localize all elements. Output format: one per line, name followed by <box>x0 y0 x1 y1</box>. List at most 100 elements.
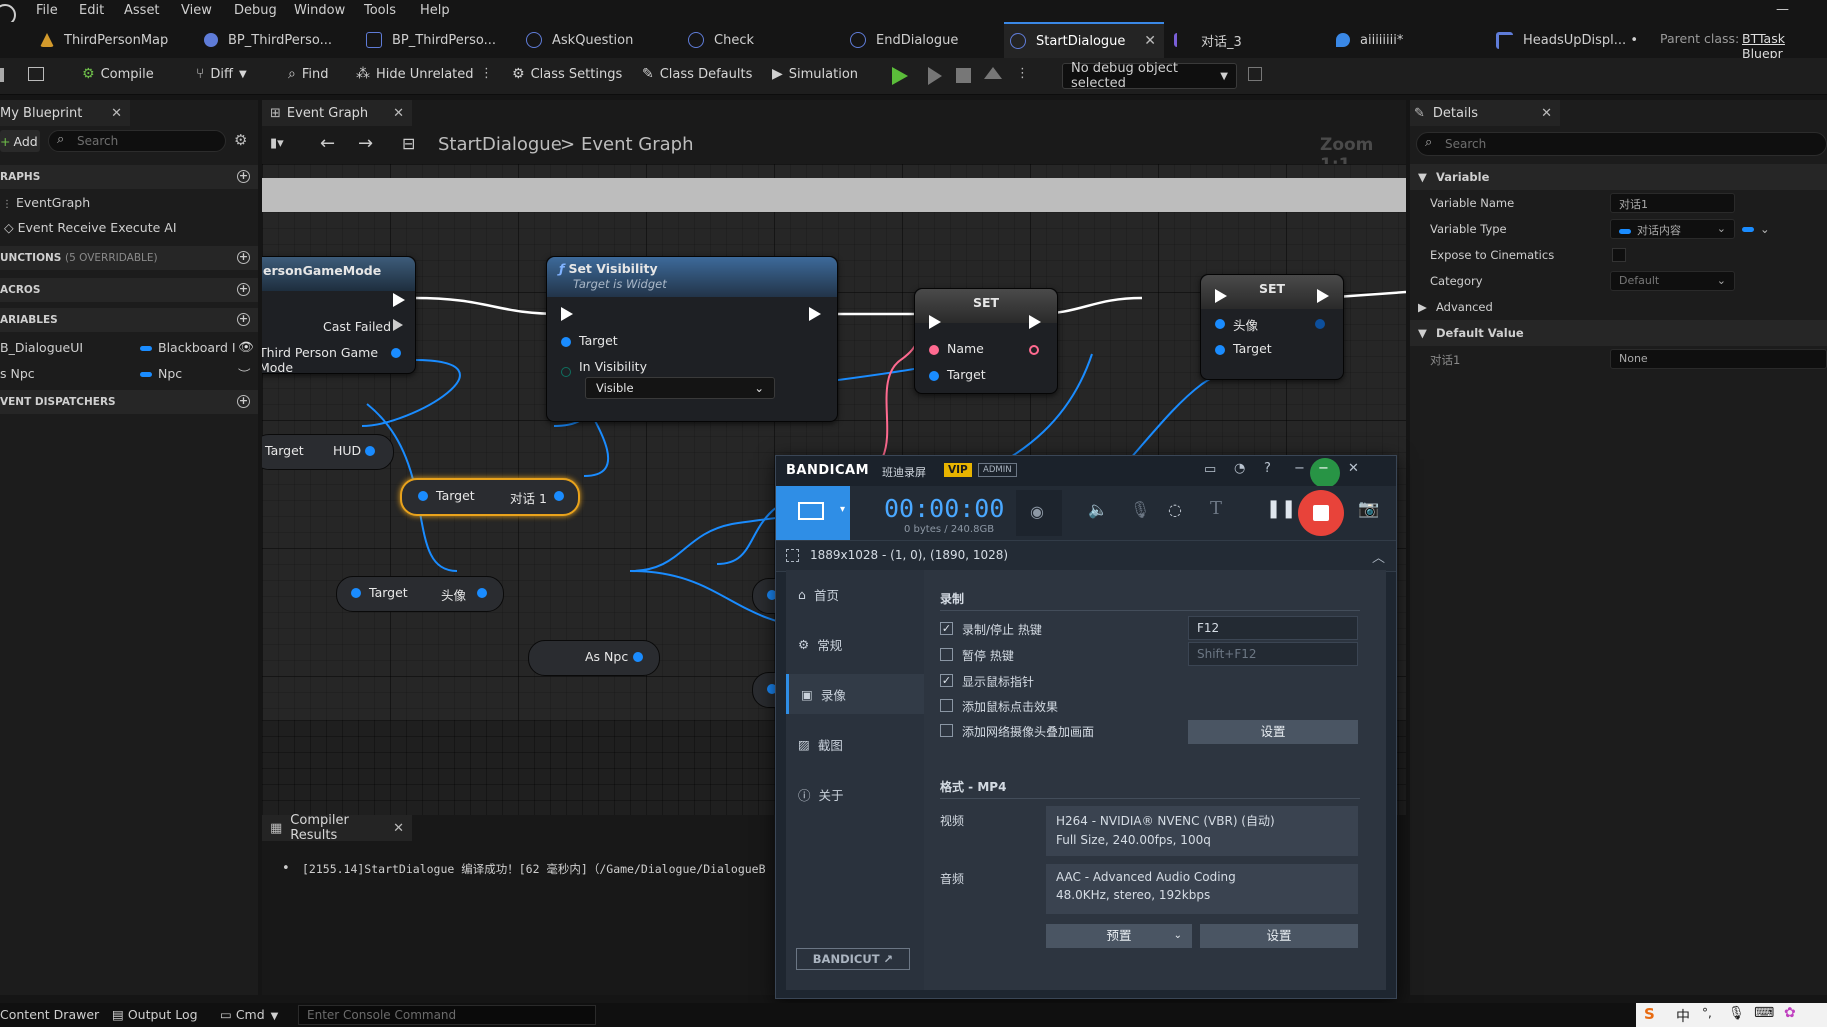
minimize-to-tray-icon[interactable]: − <box>1318 461 1329 476</box>
parent-class-link[interactable]: BTTask Bluepr <box>1742 31 1827 61</box>
add-variable-icon[interactable]: + <box>237 313 250 326</box>
menu-edit[interactable]: Edit <box>79 3 104 18</box>
text-overlay-icon[interactable]: T <box>1210 498 1222 519</box>
set-avatar-node[interactable]: SET 头像 Target <box>1200 274 1344 380</box>
menu-help[interactable]: Help <box>420 3 450 18</box>
tab-ai[interactable]: aiiiiiiii* <box>1330 22 1496 58</box>
menu-view[interactable]: View <box>181 3 212 18</box>
functions-section-header[interactable]: UNCTIONS (5 OVERRIDABLE) + <box>0 246 258 270</box>
hud-out-pin[interactable] <box>365 446 375 456</box>
exec-in-pin[interactable] <box>561 307 573 321</box>
hierarchy-icon[interactable]: ⊟ <box>402 134 415 153</box>
bandicut-button[interactable]: BANDICUT ↗ <box>796 948 910 970</box>
variable-name-input[interactable]: 对话1 <box>1610 193 1735 213</box>
exec-in-pin[interactable] <box>929 315 941 329</box>
get-dialogue-1-node[interactable]: Target 对话 1 <box>400 478 580 516</box>
hook-mode-icon[interactable]: ◌ <box>1168 500 1182 519</box>
tab-my-blueprint[interactable]: My Blueprint ✕ <box>0 100 130 126</box>
audio-format-box[interactable]: AAC - Advanced Audio Coding 48.0KHz, ster… <box>1046 864 1358 914</box>
bookmark-icon[interactable]: ▮▾ <box>270 136 284 151</box>
target-pin[interactable] <box>1215 345 1225 355</box>
ime-mode[interactable]: 中 <box>1676 1006 1690 1026</box>
minimize-icon[interactable]: − <box>1294 461 1305 476</box>
category-select[interactable]: Default ⌄ <box>1610 271 1735 291</box>
record-hotkey-field[interactable]: F12 <box>1188 616 1358 640</box>
recording-area-bar[interactable]: 1889x1028 - (1, 0), (1890, 1028) ︿ <box>776 540 1396 572</box>
forward-arrow-icon[interactable]: → <box>358 133 373 154</box>
macros-section-header[interactable]: ACROS + <box>0 278 258 302</box>
variable-type-select[interactable]: 对话内容 ⌄ <box>1610 219 1735 239</box>
folder-icon[interactable]: ▭ <box>1204 462 1216 477</box>
menu-file[interactable]: File <box>36 3 58 18</box>
microphone-icon[interactable]: 🎙 <box>1728 1006 1745 1021</box>
nav-video[interactable]: ▣ 录像 <box>786 674 924 714</box>
tab-thirdpersonmap[interactable]: ThirdPersonMap <box>34 22 200 58</box>
keyboard-icon[interactable]: ⌨ <box>1754 1005 1774 1021</box>
skin-icon[interactable]: ✿ <box>1784 1005 1796 1021</box>
more-options-icon[interactable]: ⋮ <box>480 66 493 81</box>
container-type-select[interactable]: ⌄ <box>1742 222 1770 236</box>
variable-row-dialogueui[interactable]: B_DialogueUI Blackboard I 👁 <box>0 339 258 355</box>
hotkey-checkbox[interactable]: ✓ <box>940 622 953 635</box>
add-graph-icon[interactable]: + <box>237 170 250 183</box>
compile-button[interactable]: ⚙ Compile <box>82 66 154 82</box>
webcam-overlay-checkbox[interactable] <box>940 724 953 737</box>
close-tab-icon[interactable]: ✕ <box>1541 106 1552 121</box>
output-log-button[interactable]: ▤ Output Log <box>112 1007 198 1022</box>
find-button[interactable]: ⌕ Find <box>288 66 328 82</box>
as-npc-out-pin[interactable] <box>633 652 643 662</box>
tab-dialogue-3[interactable]: 对话_3 <box>1168 22 1334 58</box>
tab-startdialogue[interactable]: StartDialogue ✕ <box>1004 22 1164 58</box>
avatar-pin[interactable] <box>1215 319 1225 329</box>
menu-tools[interactable]: Tools <box>364 3 396 18</box>
output-pin[interactable] <box>391 348 401 358</box>
ime-punctuation[interactable]: °, <box>1702 1006 1712 1020</box>
tab-enddialogue[interactable]: EndDialogue <box>844 22 1010 58</box>
list-item-eventgraph[interactable]: ⋮ EventGraph <box>2 195 90 210</box>
exec-out-pin[interactable] <box>1317 289 1329 303</box>
target-pin[interactable] <box>351 588 361 598</box>
help-icon[interactable]: ? <box>1264 461 1271 476</box>
graphs-section-header[interactable]: RAPHS + <box>0 165 258 189</box>
expose-checkbox[interactable] <box>1612 248 1626 262</box>
pause-hotkey-field[interactable]: Shift+F12 <box>1188 642 1358 666</box>
simulation-button[interactable]: ▶ Simulation <box>772 66 858 82</box>
advanced-header[interactable]: ▶ Advanced <box>1410 294 1827 320</box>
avatar-out-pin[interactable] <box>1315 319 1325 329</box>
add-button[interactable]: + Add <box>0 130 40 152</box>
name-pin[interactable] <box>929 345 939 355</box>
eye-closed-icon[interactable]: ︶ <box>238 364 251 383</box>
tab-compiler-results[interactable]: ▦ Compiler Results ✕ <box>262 813 412 843</box>
tab-bp-thirdperson-1[interactable]: BP_ThirdPerso... <box>198 22 364 58</box>
nav-general[interactable]: ⚙ 常规 <box>786 624 924 664</box>
menu-window[interactable]: Window <box>294 3 345 18</box>
format-settings-button[interactable]: 设置 <box>1200 924 1358 948</box>
close-tab-icon[interactable]: ✕ <box>393 106 404 121</box>
name-out-pin[interactable] <box>1029 345 1039 355</box>
default-value-header[interactable]: ▼ Default Value <box>1410 320 1827 346</box>
get-hud-node[interactable]: Target HUD <box>262 434 394 470</box>
browse-icon[interactable] <box>28 67 44 81</box>
camera-icon[interactable]: 📷 <box>1358 499 1379 519</box>
target-pin[interactable] <box>929 371 939 381</box>
play-options-icon[interactable]: ⋮ <box>1016 66 1029 81</box>
details-search-input[interactable]: ⌕ Search <box>1416 132 1827 156</box>
nav-home[interactable]: ⌂ 首页 <box>786 574 924 614</box>
list-item-event-receive-execute-ai[interactable]: ◇ Event Receive Execute AI <box>4 220 177 235</box>
add-function-icon[interactable]: + <box>237 251 250 264</box>
video-format-box[interactable]: H264 - NVIDIA® NVENC (VBR) (自动) Full Size… <box>1046 806 1358 856</box>
close-tab-icon[interactable]: ✕ <box>393 821 404 836</box>
default-value-field[interactable]: None <box>1610 349 1827 369</box>
save-icon[interactable] <box>0 68 4 82</box>
cast-to-gamemode-node[interactable]: ersonGameMode Cast Failed Third Person G… <box>262 256 416 375</box>
tab-event-graph[interactable]: ⊞ Event Graph ✕ <box>262 100 412 126</box>
nav-screenshot[interactable]: ▨ 截图 <box>786 724 924 764</box>
breadcrumb-leaf[interactable]: Event Graph <box>581 134 694 155</box>
tab-headsupdisplay[interactable]: HeadsUpDispl... • <box>1490 22 1656 58</box>
step-icon[interactable] <box>928 67 942 85</box>
class-settings-button[interactable]: ⚙ Class Settings <box>512 66 622 82</box>
tab-bp-thirdperson-2[interactable]: BP_ThirdPerso... <box>360 22 526 58</box>
target-pin[interactable] <box>561 337 571 347</box>
record-stop-button[interactable] <box>1298 490 1344 536</box>
settings-gear-icon[interactable]: ⚙ <box>234 131 247 149</box>
